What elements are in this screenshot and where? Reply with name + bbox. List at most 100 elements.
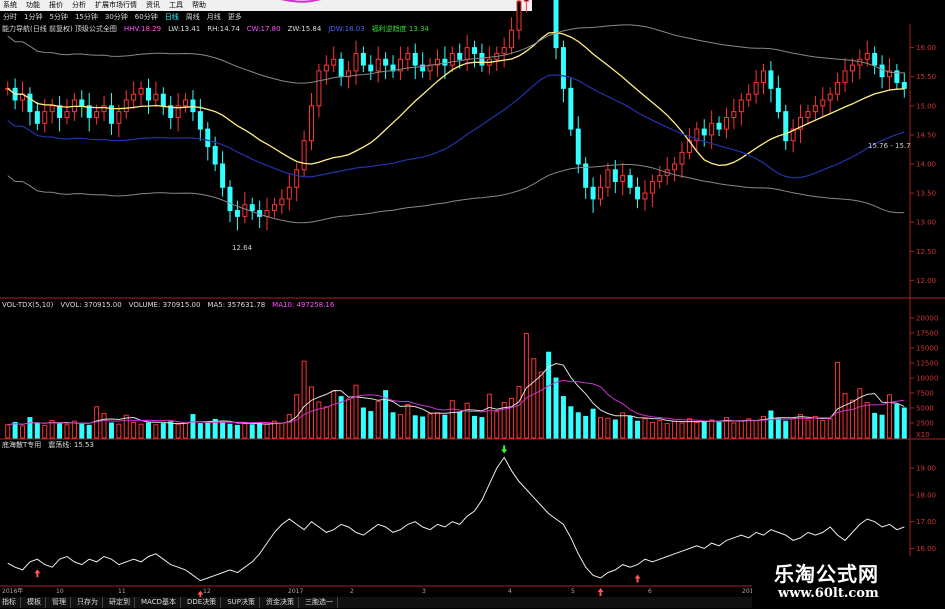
candle-body-74 — [553, 0, 559, 49]
volume-bar-88 — [657, 420, 663, 439]
candle-body-44 — [331, 58, 337, 66]
candle-body-18 — [138, 87, 144, 95]
candle-body-42 — [316, 70, 322, 107]
candle-body-29 — [220, 163, 226, 188]
bottom-tab-8[interactable]: 资金决策 — [266, 597, 299, 608]
volume-bar-17 — [131, 421, 137, 439]
volume-bar-7 — [57, 423, 63, 439]
date-label-1: 10 — [56, 588, 64, 595]
candle-body-90 — [672, 163, 678, 171]
candle-body-59 — [442, 58, 448, 66]
volume-bar-63 — [472, 415, 478, 439]
candle-body-41 — [309, 105, 315, 142]
volume-bar-46 — [346, 398, 352, 439]
candle-body-12 — [94, 111, 100, 118]
volume-bar-72 — [538, 371, 544, 439]
date-label-7: 4 — [508, 588, 512, 595]
site-watermark: 乐淘公式网 www.60lt.com — [752, 556, 945, 609]
candle-body-113 — [842, 70, 848, 84]
bottom-tab-9[interactable]: 三胞选一 — [305, 597, 338, 608]
volume-bar-57 — [427, 413, 433, 439]
bottom-tab-1[interactable]: 模板 — [27, 597, 46, 608]
volume-bar-9 — [71, 420, 77, 439]
indicator-tick-label-1: 18.00 — [916, 491, 936, 499]
volume-bar-98 — [731, 422, 737, 439]
bottom-tab-6[interactable]: DDE决策 — [187, 597, 222, 608]
candle-body-37 — [279, 198, 285, 206]
candle-body-67 — [501, 47, 507, 54]
candle-body-33 — [249, 204, 255, 212]
volume-bar-100 — [746, 418, 752, 439]
candle-body-109 — [812, 105, 818, 113]
bottom-tab-0[interactable]: 指标 — [2, 597, 21, 608]
volume-bar-56 — [420, 416, 426, 439]
candle-body-15 — [116, 111, 122, 124]
date-label-6: 3 — [422, 588, 426, 595]
bottom-tab-2[interactable]: 管理 — [52, 597, 71, 608]
volume-bar-33 — [249, 424, 255, 439]
volume-bar-24 — [183, 422, 189, 439]
candle-body-102 — [761, 70, 767, 84]
candle-body-24 — [183, 99, 189, 107]
volume-bar-14 — [108, 422, 114, 439]
volume-bar-44 — [331, 390, 337, 439]
candle-body-7 — [57, 105, 63, 118]
volume-bar-21 — [160, 423, 166, 439]
price-tick-label-5: 13.50 — [916, 190, 936, 198]
candle-body-43 — [323, 64, 329, 72]
indicator-tick-label-2: 17.00 — [916, 518, 936, 526]
volume-bar-0 — [5, 424, 11, 439]
candle-body-88 — [657, 175, 663, 182]
volume-bar-43 — [323, 406, 329, 439]
volume-bar-4 — [34, 422, 40, 439]
volume-bar-38 — [286, 414, 292, 439]
candle-body-6 — [49, 105, 55, 113]
candle-body-30 — [227, 186, 233, 212]
candle-body-50 — [375, 58, 381, 72]
candle-body-62 — [464, 47, 470, 60]
volume-bar-40 — [301, 360, 307, 439]
volume-bar-18 — [138, 423, 144, 439]
bottom-tab-4[interactable]: 研定到 — [109, 597, 135, 608]
high-price-label: 15.76 - 15.7 — [868, 142, 911, 150]
candle-body-95 — [709, 122, 715, 136]
candle-body-60 — [449, 52, 455, 66]
volume-bar-29 — [220, 422, 226, 439]
bottom-tab-7[interactable]: SUP决策 — [227, 597, 260, 608]
bottom-tab-5[interactable]: MACD基本 — [141, 597, 181, 608]
price-tick-label-2: 15.00 — [916, 102, 936, 110]
volume-bar-41 — [309, 386, 315, 439]
candle-body-31 — [234, 210, 240, 217]
volume-bar-26 — [197, 423, 203, 439]
volume-bar-61 — [457, 411, 463, 439]
volume-bar-114 — [849, 399, 855, 439]
watermark-title: 乐淘公式网 — [774, 562, 879, 586]
volume-bar-93 — [694, 421, 700, 439]
volume-bar-2 — [20, 425, 26, 439]
stock-chart-canvas[interactable]: 16.00 15.50 15.00 14.50 14.00 13.50 13.00 12.50… — [0, 0, 945, 609]
candle-body-76 — [568, 87, 574, 130]
volume-tick-label-1: 17500 — [916, 330, 938, 338]
ma-yellow-line — [7, 31, 905, 167]
volume-bar-84 — [627, 415, 633, 439]
buy-signal-arrow-1 — [34, 569, 41, 578]
volume-bar-85 — [635, 420, 641, 439]
volume-bar-34 — [257, 421, 263, 439]
volume-tick-label-6: 5000 — [916, 405, 934, 413]
volume-bar-119 — [886, 394, 892, 439]
volume-bar-115 — [857, 388, 863, 439]
candle-body-82 — [612, 169, 618, 182]
bottom-tab-bar: 指标 模板 管理 只存为 研定到 MACD基本 DDE决策 SUP决策 资金决策 三胞选一 — [0, 597, 752, 608]
candle-body-28 — [212, 146, 218, 165]
volume-bar-109 — [812, 415, 818, 439]
candle-body-97 — [723, 116, 729, 130]
candle-body-80 — [597, 186, 603, 200]
candle-body-94 — [701, 128, 707, 136]
volume-bar-87 — [649, 421, 655, 439]
volume-bar-71 — [531, 358, 537, 439]
volume-bar-1 — [12, 421, 18, 439]
volume-bar-5 — [42, 424, 48, 439]
candle-body-114 — [849, 64, 855, 72]
volume-bar-86 — [642, 418, 648, 439]
bottom-tab-3[interactable]: 只存为 — [77, 597, 103, 608]
